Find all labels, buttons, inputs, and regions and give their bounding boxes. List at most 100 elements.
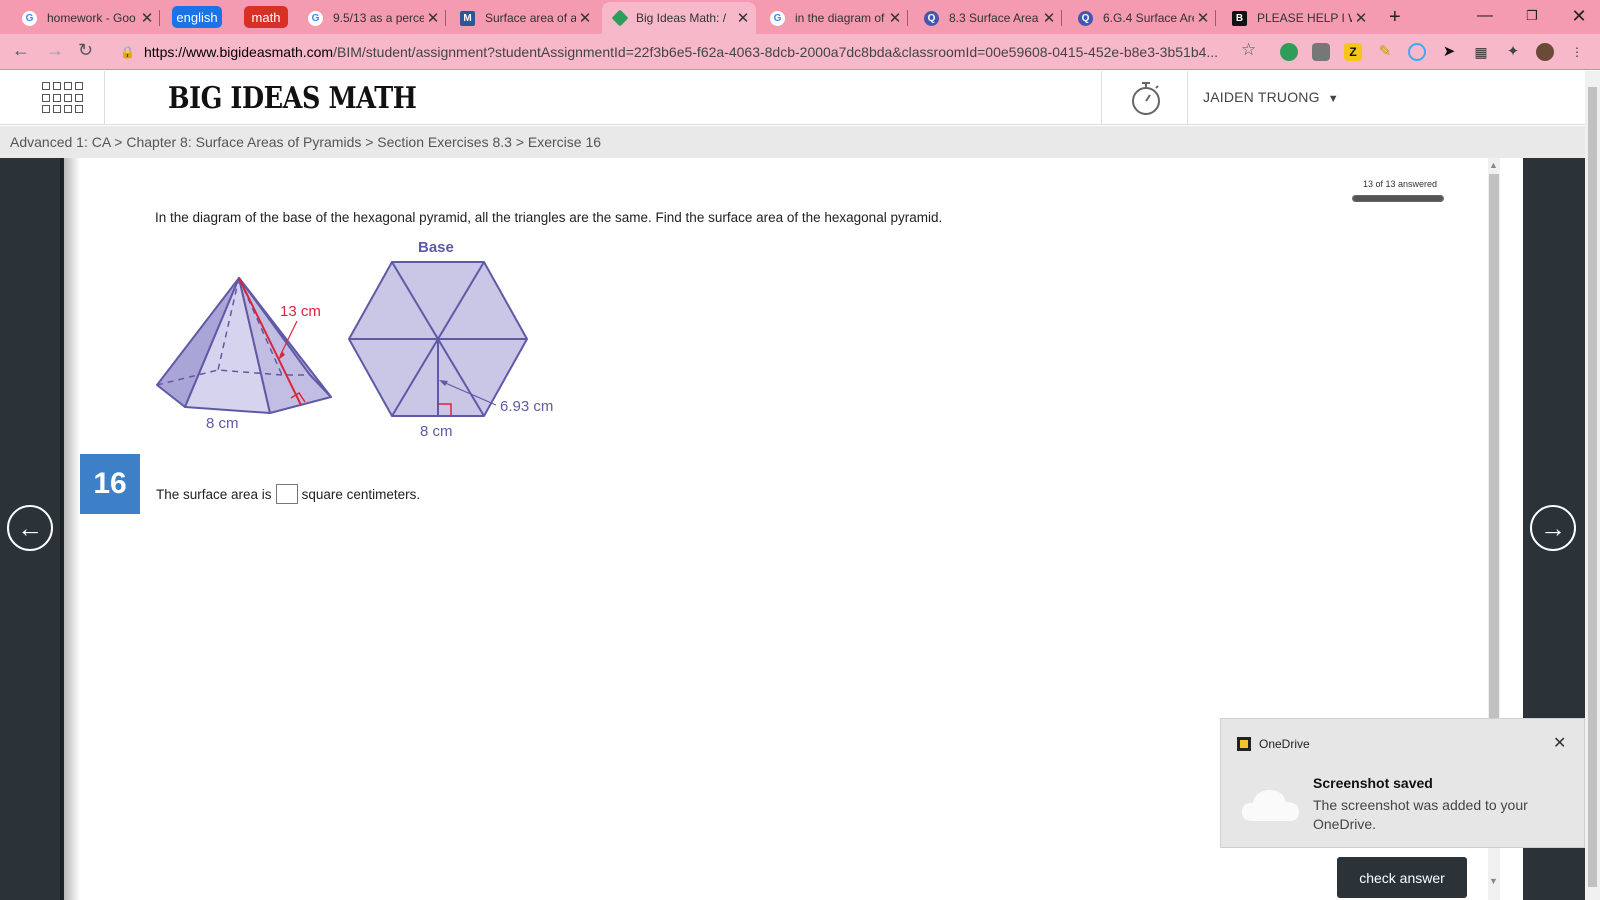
notification-app-name: OneDrive — [1259, 737, 1310, 751]
chevron-down-icon: ▼ — [1327, 93, 1339, 105]
hexagon-base — [348, 261, 528, 417]
hexagonal-pyramid — [156, 277, 332, 414]
header-divider — [1187, 71, 1188, 125]
tab-big-ideas-math[interactable]: Big Ideas Math: / ✕ — [602, 2, 756, 34]
answered-progress: 13 of 13 answered — [1352, 179, 1448, 202]
hex-side-label: 8 cm — [420, 423, 453, 440]
scroll-up-icon[interactable]: ▲ — [1489, 160, 1498, 170]
tab-brainly[interactable]: B PLEASE HELP I W ✕ — [1220, 4, 1374, 32]
brainly-icon: B — [1232, 10, 1247, 26]
close-icon[interactable]: ✕ — [1352, 9, 1370, 27]
breadcrumb: Advanced 1: CA > Chapter 8: Surface Area… — [0, 126, 1585, 158]
extension-cursor-icon[interactable]: ➤ — [1440, 43, 1458, 61]
header-divider — [104, 71, 105, 125]
check-answer-button[interactable]: check answer — [1337, 857, 1467, 898]
user-menu[interactable]: JAIDEN TRUONG ▼ — [1203, 89, 1339, 105]
address-toolbar: ← → ↻ 🔒 https://www.bigideasmath.com/BIM… — [0, 34, 1600, 70]
close-icon[interactable]: ✕ — [576, 9, 594, 27]
scroll-thumb[interactable] — [1588, 87, 1597, 887]
lock-icon: 🔒 — [120, 45, 135, 59]
minimize-button[interactable]: — — [1465, 4, 1505, 28]
tab-quizlet-6-g-4[interactable]: Q 6.G.4 Surface Are ✕ — [1066, 4, 1216, 32]
close-icon[interactable]: ✕ — [1553, 733, 1566, 753]
google-icon: G — [308, 10, 323, 26]
user-name: JAIDEN TRUONG — [1203, 89, 1320, 105]
progress-bar — [1352, 195, 1444, 202]
pyramid-base-edge-label: 8 cm — [206, 415, 239, 432]
google-icon: G — [22, 10, 37, 26]
answer-sentence: The surface area is square centimeters. — [156, 484, 420, 504]
extension-grid-icon[interactable]: ▦ — [1472, 43, 1490, 61]
tab-title: 8.3 Surface Area — [949, 11, 1039, 25]
extension-gray-icon[interactable] — [1312, 43, 1330, 61]
close-window-button[interactable]: ✕ — [1559, 4, 1599, 28]
scroll-down-icon[interactable]: ▼ — [1489, 876, 1498, 886]
quizlet-icon: Q — [924, 10, 939, 26]
extension-green-icon[interactable] — [1280, 43, 1298, 61]
window-scrollbar[interactable] — [1585, 71, 1600, 900]
cloud-icon — [1241, 790, 1299, 821]
progress-fill — [1353, 196, 1443, 201]
browser-tab-strip: G homework - Goo ✕ english math G 9.5/13… — [0, 0, 1600, 34]
answer-suffix: square centimeters. — [301, 486, 421, 502]
quizlet-icon: Q — [1078, 10, 1093, 26]
reload-icon[interactable]: ↻ — [78, 40, 93, 61]
tab-group-english[interactable]: english — [172, 6, 222, 28]
new-tab-button[interactable]: + — [1389, 6, 1401, 29]
close-icon[interactable]: ✕ — [1194, 9, 1212, 27]
next-exercise-button[interactable]: → — [1530, 505, 1576, 551]
app-grid-icon[interactable] — [42, 82, 86, 114]
url-field[interactable]: 🔒 https://www.bigideasmath.com/BIM/stude… — [120, 39, 1250, 65]
bookmark-star-icon[interactable]: ☆ — [1241, 40, 1256, 60]
tab-title: Big Ideas Math: / — [636, 11, 727, 25]
url-host: https://www.bigideasmath.com — [144, 44, 334, 60]
brand-logo: BIG IDEAS MATH — [168, 81, 417, 116]
question-prompt: In the diagram of the base of the hexago… — [155, 210, 943, 225]
close-icon[interactable]: ✕ — [138, 9, 156, 27]
tab-title: 9.5/13 as a perce — [333, 11, 424, 25]
extension-circle-icon[interactable] — [1408, 43, 1426, 61]
close-icon[interactable]: ✕ — [886, 9, 904, 27]
profile-avatar[interactable] — [1536, 43, 1554, 61]
tab-title: 6.G.4 Surface Are — [1103, 11, 1194, 25]
header-divider — [1101, 71, 1102, 125]
extensions-puzzle-icon[interactable]: ✦ — [1504, 43, 1522, 61]
back-icon[interactable]: ← — [12, 40, 30, 61]
google-icon: G — [770, 10, 785, 26]
onedrive-notification[interactable]: OneDrive ✕ Screenshot saved The screensh… — [1220, 718, 1585, 848]
extension-z-icon[interactable]: Z — [1344, 43, 1362, 61]
onedrive-app-icon — [1237, 737, 1251, 751]
tab-in-the-diagram[interactable]: G in the diagram of ✕ — [758, 4, 908, 32]
tab-title: homework - Goo — [47, 11, 136, 25]
extension-pencil-icon[interactable]: ✎ — [1376, 43, 1394, 61]
tab-homework[interactable]: G homework - Goo ✕ — [10, 4, 160, 32]
close-icon[interactable]: ✕ — [734, 9, 752, 27]
tab-surface-area[interactable]: M Surface area of a ✕ — [448, 4, 598, 32]
tab-title: in the diagram of — [795, 11, 885, 25]
url-path: /BIM/student/assignment?studentAssignmen… — [333, 44, 1219, 60]
m-icon: M — [460, 10, 475, 26]
progress-label: 13 of 13 answered — [1362, 179, 1438, 189]
tab-quizlet-8-3[interactable]: Q 8.3 Surface Area ✕ — [912, 4, 1062, 32]
menu-dots-icon[interactable]: ⋮ — [1568, 43, 1586, 61]
scroll-thumb[interactable] — [1489, 174, 1499, 734]
answer-prefix: The surface area is — [156, 486, 272, 502]
answer-input[interactable] — [275, 484, 298, 504]
notification-title: Screenshot saved — [1313, 775, 1433, 791]
big-ideas-icon — [611, 9, 629, 27]
forward-icon[interactable]: → — [46, 40, 64, 61]
close-icon[interactable]: ✕ — [1040, 9, 1058, 27]
tab-percent[interactable]: G 9.5/13 as a perce ✕ — [296, 4, 446, 32]
notification-message: The screenshot was added to your OneDriv… — [1313, 797, 1528, 832]
site-header: BIG IDEAS MATH JAIDEN TRUONG ▼ — [0, 71, 1585, 125]
pyramid-diagram: 13 cm 8 cm Base 6.93 cm 8 cm — [156, 239, 553, 440]
base-title: Base — [418, 239, 454, 256]
close-icon[interactable]: ✕ — [424, 9, 442, 27]
tab-group-math[interactable]: math — [244, 6, 288, 28]
tab-title: Surface area of a — [485, 11, 576, 25]
stopwatch-icon[interactable] — [1130, 79, 1162, 117]
previous-exercise-button[interactable]: ← — [7, 505, 53, 551]
left-panel-shadow — [60, 158, 80, 900]
restore-button[interactable]: ❐ — [1512, 4, 1552, 28]
apothem-label: 6.93 cm — [500, 398, 553, 415]
